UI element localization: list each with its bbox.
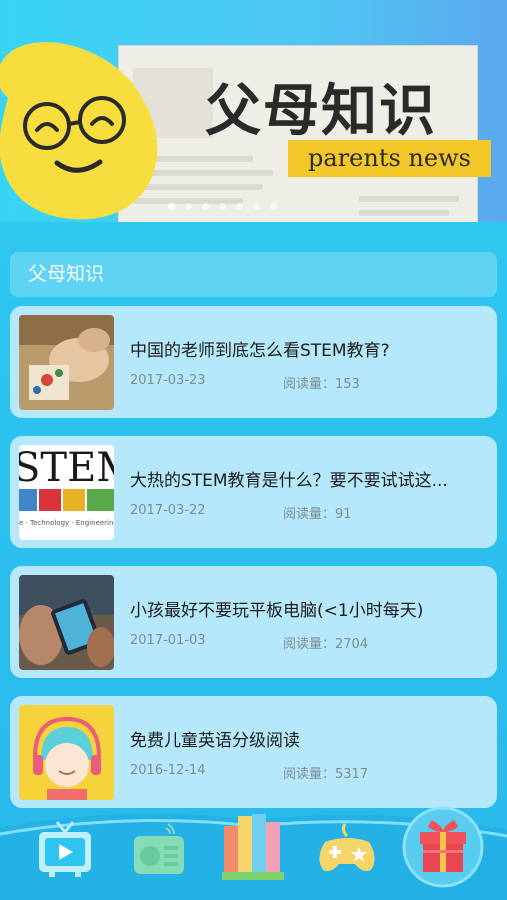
carousel-dot[interactable] — [236, 203, 243, 210]
article-thumbnail: STEM e · Technology · Engineering — [19, 445, 114, 540]
stem-logo-caption: e · Technology · Engineering — [19, 519, 114, 527]
article-card[interactable]: 免费儿童英语分级阅读 2016-12-14 阅读量：5317 — [10, 696, 497, 808]
article-thumbnail — [19, 705, 114, 800]
mascot-icon — [0, 42, 158, 220]
carousel-indicator — [168, 203, 277, 210]
article-views: 阅读量：91 — [283, 507, 352, 522]
books-icon — [222, 814, 284, 880]
article-title: 免费儿童英语分级阅读 — [130, 731, 300, 751]
nav-tab-games[interactable] — [315, 818, 375, 882]
carousel-dot[interactable] — [219, 203, 226, 210]
bottom-nav — [0, 800, 507, 900]
article-date: 2017-03-23 — [130, 373, 206, 388]
article-date: 2017-01-03 — [130, 633, 206, 648]
article-views: 阅读量：5317 — [283, 767, 369, 782]
carousel-dot[interactable] — [202, 203, 209, 210]
nav-tab-radio[interactable] — [128, 818, 188, 882]
radio-icon — [134, 823, 184, 874]
article-title: 大热的STEM教育是什么？要不要试试这... — [130, 471, 448, 491]
article-card[interactable]: STEM e · Technology · Engineering 大热的STE… — [10, 436, 497, 548]
section-title: 父母知识 — [10, 252, 497, 297]
article-title: 中国的老师到底怎么看STEM教育? — [130, 341, 390, 361]
article-views: 阅读量：2704 — [283, 637, 369, 652]
article-views: 阅读量：153 — [283, 377, 360, 392]
article-thumbnail — [19, 315, 114, 410]
banner-title: 父母知识 — [205, 78, 437, 144]
carousel-dot[interactable] — [168, 203, 175, 210]
gift-icon — [402, 806, 484, 888]
article-card[interactable]: 小孩最好不要玩平板电脑(<1小时每天) 2017-01-03 阅读量：2704 — [10, 566, 497, 678]
article-date: 2016-12-14 — [130, 763, 206, 778]
carousel-dot[interactable] — [270, 203, 277, 210]
nav-tab-gifts[interactable] — [402, 806, 484, 888]
article-card[interactable]: 中国的老师到底怎么看STEM教育? 2017-03-23 阅读量：153 — [10, 306, 497, 418]
banner-carousel[interactable]: 父母知识 parents news — [0, 0, 507, 222]
stem-logo-text: STEM — [19, 445, 114, 491]
nav-tab-tv[interactable] — [35, 818, 95, 882]
article-title: 小孩最好不要玩平板电脑(<1小时每天) — [130, 601, 424, 621]
banner-subtitle: parents news — [288, 140, 491, 177]
article-date: 2017-03-22 — [130, 503, 206, 518]
article-thumbnail — [19, 575, 114, 670]
nav-tab-books[interactable] — [220, 810, 284, 880]
tv-icon — [39, 821, 91, 877]
carousel-dot[interactable] — [253, 203, 260, 210]
gamepad-icon — [319, 823, 375, 872]
carousel-dot[interactable] — [185, 203, 192, 210]
